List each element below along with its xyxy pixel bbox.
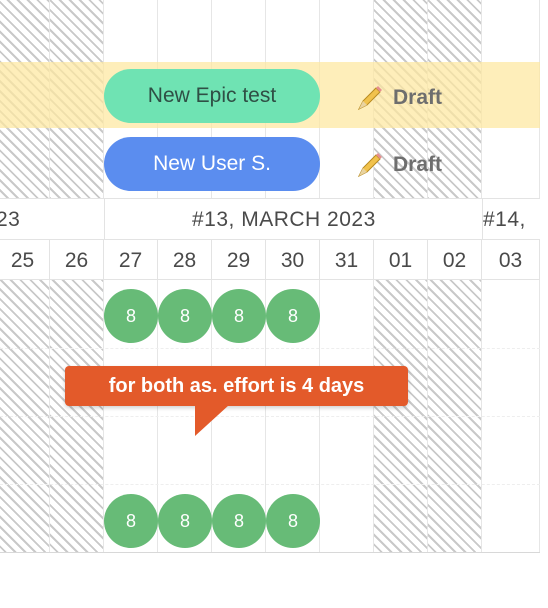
day-label: 25 (0, 240, 50, 279)
status-label: Draft (393, 153, 443, 176)
effort-dot[interactable]: 8 (158, 289, 212, 343)
task-status-user-story[interactable]: Draft (355, 150, 442, 180)
annotation-callout-tail (195, 405, 229, 436)
status-label: Draft (393, 86, 443, 109)
pencil-icon (357, 153, 382, 178)
row-divider (0, 348, 540, 349)
day-label: 03 (482, 240, 540, 279)
task-status-epic[interactable]: Draft (355, 83, 442, 113)
week-label-next: #14, (483, 208, 526, 231)
row-divider (0, 484, 540, 485)
day-label: 30 (266, 240, 320, 279)
day-label: 01 (374, 240, 428, 279)
day-label: 29 (212, 240, 266, 279)
week-label-current: #13, MARCH 2023 (192, 208, 376, 231)
task-pill-user-story[interactable]: New User S. (104, 137, 320, 191)
effort-dot[interactable]: 8 (212, 494, 266, 548)
day-label: 02 (428, 240, 482, 279)
row-divider (0, 416, 540, 417)
effort-dot[interactable]: 8 (104, 289, 158, 343)
effort-dot[interactable]: 8 (266, 494, 320, 548)
day-label: 27 (104, 240, 158, 279)
day-header: 25 26 27 28 29 30 31 01 02 03 (0, 240, 540, 280)
task-pill-epic[interactable]: New Epic test (104, 69, 320, 123)
week-header: 23 #13, MARCH 2023 #14, (0, 198, 540, 240)
day-label: 26 (50, 240, 104, 279)
pencil-icon (357, 86, 382, 111)
day-label: 28 (158, 240, 212, 279)
day-label: 31 (320, 240, 374, 279)
effort-dot[interactable]: 8 (158, 494, 212, 548)
effort-dot[interactable]: 8 (212, 289, 266, 343)
annotation-callout: for both as. effort is 4 days (65, 366, 408, 406)
effort-dot[interactable]: 8 (104, 494, 158, 548)
grid-bottom-border (0, 552, 540, 553)
effort-dot[interactable]: 8 (266, 289, 320, 343)
week-label-previous: 23 (0, 208, 21, 231)
week-divider (104, 199, 105, 239)
